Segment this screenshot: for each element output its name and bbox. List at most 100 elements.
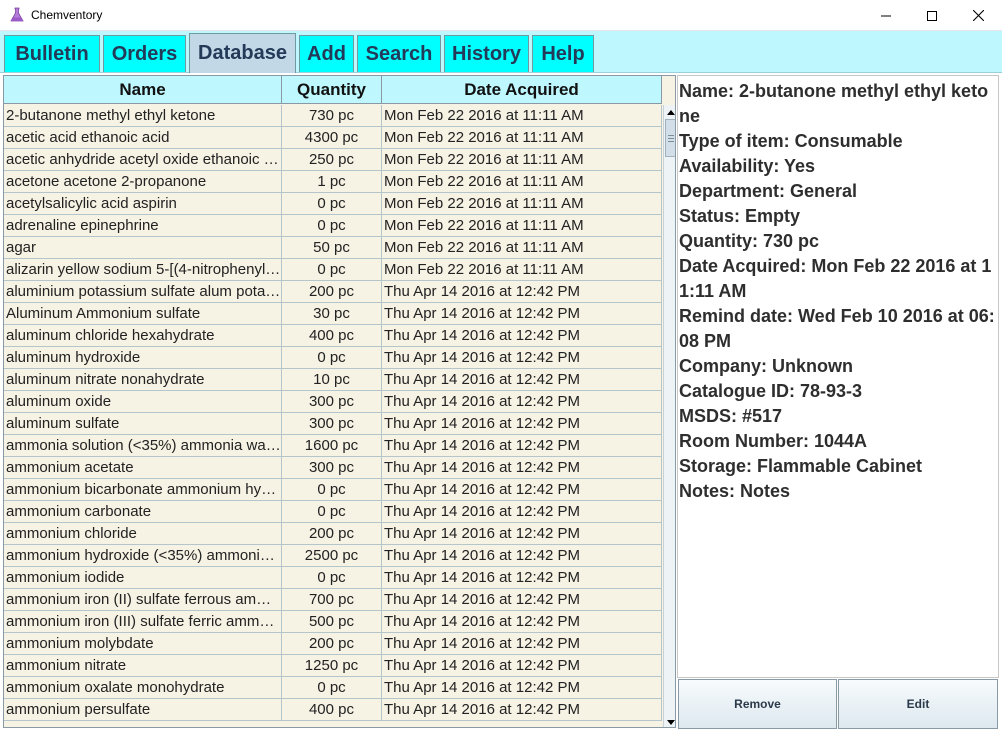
cell-date-acquired: Thu Apr 14 2016 at 12:42 PM <box>382 523 662 544</box>
table-row[interactable]: acetic anhydride acetyl oxide ethanoic a… <box>4 149 662 171</box>
column-header-name[interactable]: Name <box>4 76 282 104</box>
cell-date-acquired: Mon Feb 22 2016 at 11:11 AM <box>382 127 662 148</box>
detail-line: Storage: Flammable Cabinet <box>679 456 923 476</box>
tab-search[interactable]: Search <box>357 35 441 72</box>
table-row[interactable]: acetylsalicylic acid aspirin 0 pc Mon Feb … <box>4 193 662 215</box>
detail-line: Type of item: Consumable <box>679 131 903 151</box>
scroll-up-arrow-icon[interactable] <box>664 105 675 119</box>
table-row[interactable]: Aluminum Ammonium sulfate 30 pc Thu Apr 14… <box>4 303 662 325</box>
table-row[interactable]: aluminum hydroxide 0 pc Thu Apr 14 2016 at… <box>4 347 662 369</box>
tab-history[interactable]: History <box>444 35 529 72</box>
cell-quantity: 0 pc <box>282 347 382 368</box>
detail-line: Date Acquired: Mon Feb 22 2016 at 11:11 … <box>679 256 992 301</box>
edit-button[interactable]: Edit <box>838 679 998 729</box>
table-row[interactable]: ammonium hydroxide (<35%) ammonia soluti… <box>4 545 662 567</box>
cell-name: ammonia solution (<35%) ammonia water <box>6 435 282 456</box>
detail-line: Quantity: 730 pc <box>679 231 820 251</box>
table-row[interactable]: aluminium potassium sulfate alum potash … <box>4 281 662 303</box>
window-title: Chemventory <box>31 8 103 22</box>
cell-quantity: 400 pc <box>282 325 382 346</box>
close-button[interactable] <box>955 0 1001 31</box>
tab-orders[interactable]: Orders <box>103 35 186 72</box>
table-row[interactable]: aluminum oxide 300 pc Thu Apr 14 2016 at 1… <box>4 391 662 413</box>
table-row[interactable]: aluminum nitrate nonahydrate 10 pc Thu Apr… <box>4 369 662 391</box>
detail-line: Name: 2-butanone methyl ethyl ketone <box>679 81 989 126</box>
cell-quantity: 1600 pc <box>282 435 382 456</box>
cell-quantity: 0 pc <box>282 567 382 588</box>
table-row[interactable]: ammonium chloride 200 pc Thu Apr 14 2016 a… <box>4 523 662 545</box>
cell-name: 2-butanone methyl ethyl ketone <box>4 105 282 126</box>
cell-quantity: 0 pc <box>282 259 382 280</box>
cell-quantity: 500 pc <box>282 611 382 632</box>
cell-name: acetic acid ethanoic acid <box>4 127 282 148</box>
cell-date-acquired: Thu Apr 14 2016 at 12:42 PM <box>382 325 662 346</box>
cell-name: ammonium persulfate <box>4 699 282 720</box>
cell-quantity: 400 pc <box>282 699 382 720</box>
cell-quantity: 250 pc <box>282 149 382 170</box>
minimize-button[interactable] <box>863 0 909 31</box>
cell-date-acquired: Mon Feb 22 2016 at 11:11 AM <box>382 105 662 126</box>
cell-quantity: 4300 pc <box>282 127 382 148</box>
table-row[interactable]: ammonium iron (III) sulfate ferric ammon… <box>4 611 662 633</box>
maximize-button[interactable] <box>909 0 955 31</box>
cell-name: ammonium chloride <box>4 523 282 544</box>
cell-quantity: 50 pc <box>282 237 382 258</box>
table-row[interactable]: ammonium carbonate 0 pc Thu Apr 14 2016 at… <box>4 501 662 523</box>
table-row[interactable]: ammonium acetate 300 pc Thu Apr 14 2016 at… <box>4 457 662 479</box>
cell-date-acquired: Mon Feb 22 2016 at 11:11 AM <box>382 193 662 214</box>
cell-name: ammonium nitrate <box>4 655 282 676</box>
detail-line: Status: Empty <box>679 206 801 226</box>
cell-date-acquired: Thu Apr 14 2016 at 12:42 PM <box>382 369 662 390</box>
detail-line: Department: General <box>679 181 858 201</box>
minimize-icon <box>881 15 891 16</box>
cell-date-acquired: Thu Apr 14 2016 at 12:42 PM <box>382 303 662 324</box>
table-row[interactable]: ammonia solution (<35%) ammonia water 160… <box>4 435 662 457</box>
table-body: 2-butanone methyl ethyl ketone 730 pc Mon … <box>4 105 662 721</box>
table-row[interactable]: alizarin yellow sodium 5-[(4-nitrophenyl… <box>4 259 662 281</box>
cell-date-acquired: Thu Apr 14 2016 at 12:42 PM <box>382 589 662 610</box>
detail-line: Notes: Notes <box>679 481 791 501</box>
cell-quantity: 1 pc <box>282 171 382 192</box>
flask-icon <box>10 7 24 22</box>
vertical-scrollbar[interactable] <box>663 105 675 727</box>
tab-help[interactable]: Help <box>532 35 594 72</box>
table-row[interactable]: aluminum chloride hexahydrate 400 pc Thu A… <box>4 325 662 347</box>
table-row[interactable]: 2-butanone methyl ethyl ketone 730 pc Mon … <box>4 105 662 127</box>
column-header-quantity[interactable]: Quantity <box>282 76 382 104</box>
table-row[interactable]: adrenaline epinephrine 0 pc Mon Feb 22 201… <box>4 215 662 237</box>
table-row[interactable]: ammonium molybdate 200 pc Thu Apr 14 2016 … <box>4 633 662 655</box>
cell-name: ammonium carbonate <box>4 501 282 522</box>
table-row[interactable]: ammonium bicarbonate ammonium hydrogen c… <box>4 479 662 501</box>
table-row[interactable]: acetone acetone 2-propanone 1 pc Mon Feb 2… <box>4 171 662 193</box>
cell-quantity: 2500 pc <box>282 545 382 566</box>
table-row[interactable]: ammonium nitrate 1250 pc Thu Apr 14 2016 a… <box>4 655 662 677</box>
table-row[interactable]: aluminum sulfate 300 pc Thu Apr 14 2016 at… <box>4 413 662 435</box>
cell-quantity: 0 pc <box>282 479 382 500</box>
table-row[interactable]: ammonium iodide 0 pc Thu Apr 14 2016 at 12… <box>4 567 662 589</box>
table-row[interactable]: ammonium oxalate monohydrate 0 pc Thu Apr … <box>4 677 662 699</box>
tab-add[interactable]: Add <box>299 35 354 72</box>
detail-line: Remind date: Wed Feb 10 2016 at 06:08 PM <box>679 306 995 351</box>
column-header-date-acquired[interactable]: Date Acquired <box>382 76 662 104</box>
cell-name: aluminium potassium sulfate alum potash … <box>6 281 282 302</box>
table-row[interactable]: ammonium iron (II) sulfate ferrous ammon… <box>4 589 662 611</box>
table-header: Name Quantity Date Acquired <box>4 76 662 104</box>
cell-quantity: 300 pc <box>282 413 382 434</box>
cell-date-acquired: Mon Feb 22 2016 at 11:11 AM <box>382 259 662 280</box>
remove-button[interactable]: Remove <box>678 679 837 729</box>
cell-date-acquired: Thu Apr 14 2016 at 12:42 PM <box>382 413 662 434</box>
table-row[interactable]: acetic acid ethanoic acid 4300 pc Mon Feb … <box>4 127 662 149</box>
cell-date-acquired: Thu Apr 14 2016 at 12:42 PM <box>382 677 662 698</box>
tab-database[interactable]: Database <box>189 33 296 73</box>
cell-date-acquired: Thu Apr 14 2016 at 12:42 PM <box>382 699 662 720</box>
cell-quantity: 0 pc <box>282 193 382 214</box>
scrollbar-thumb[interactable] <box>665 119 675 157</box>
table-row[interactable]: ammonium persulfate 400 pc Thu Apr 14 2016… <box>4 699 662 721</box>
cell-name: ammonium iodide <box>4 567 282 588</box>
maximize-icon <box>927 10 937 21</box>
tab-bulletin[interactable]: Bulletin <box>4 35 100 72</box>
table-row[interactable]: agar 50 pc Mon Feb 22 2016 at 11:11 AM <box>4 237 662 259</box>
cell-quantity: 0 pc <box>282 501 382 522</box>
scroll-down-arrow-icon[interactable] <box>664 715 675 727</box>
close-icon <box>972 10 984 21</box>
